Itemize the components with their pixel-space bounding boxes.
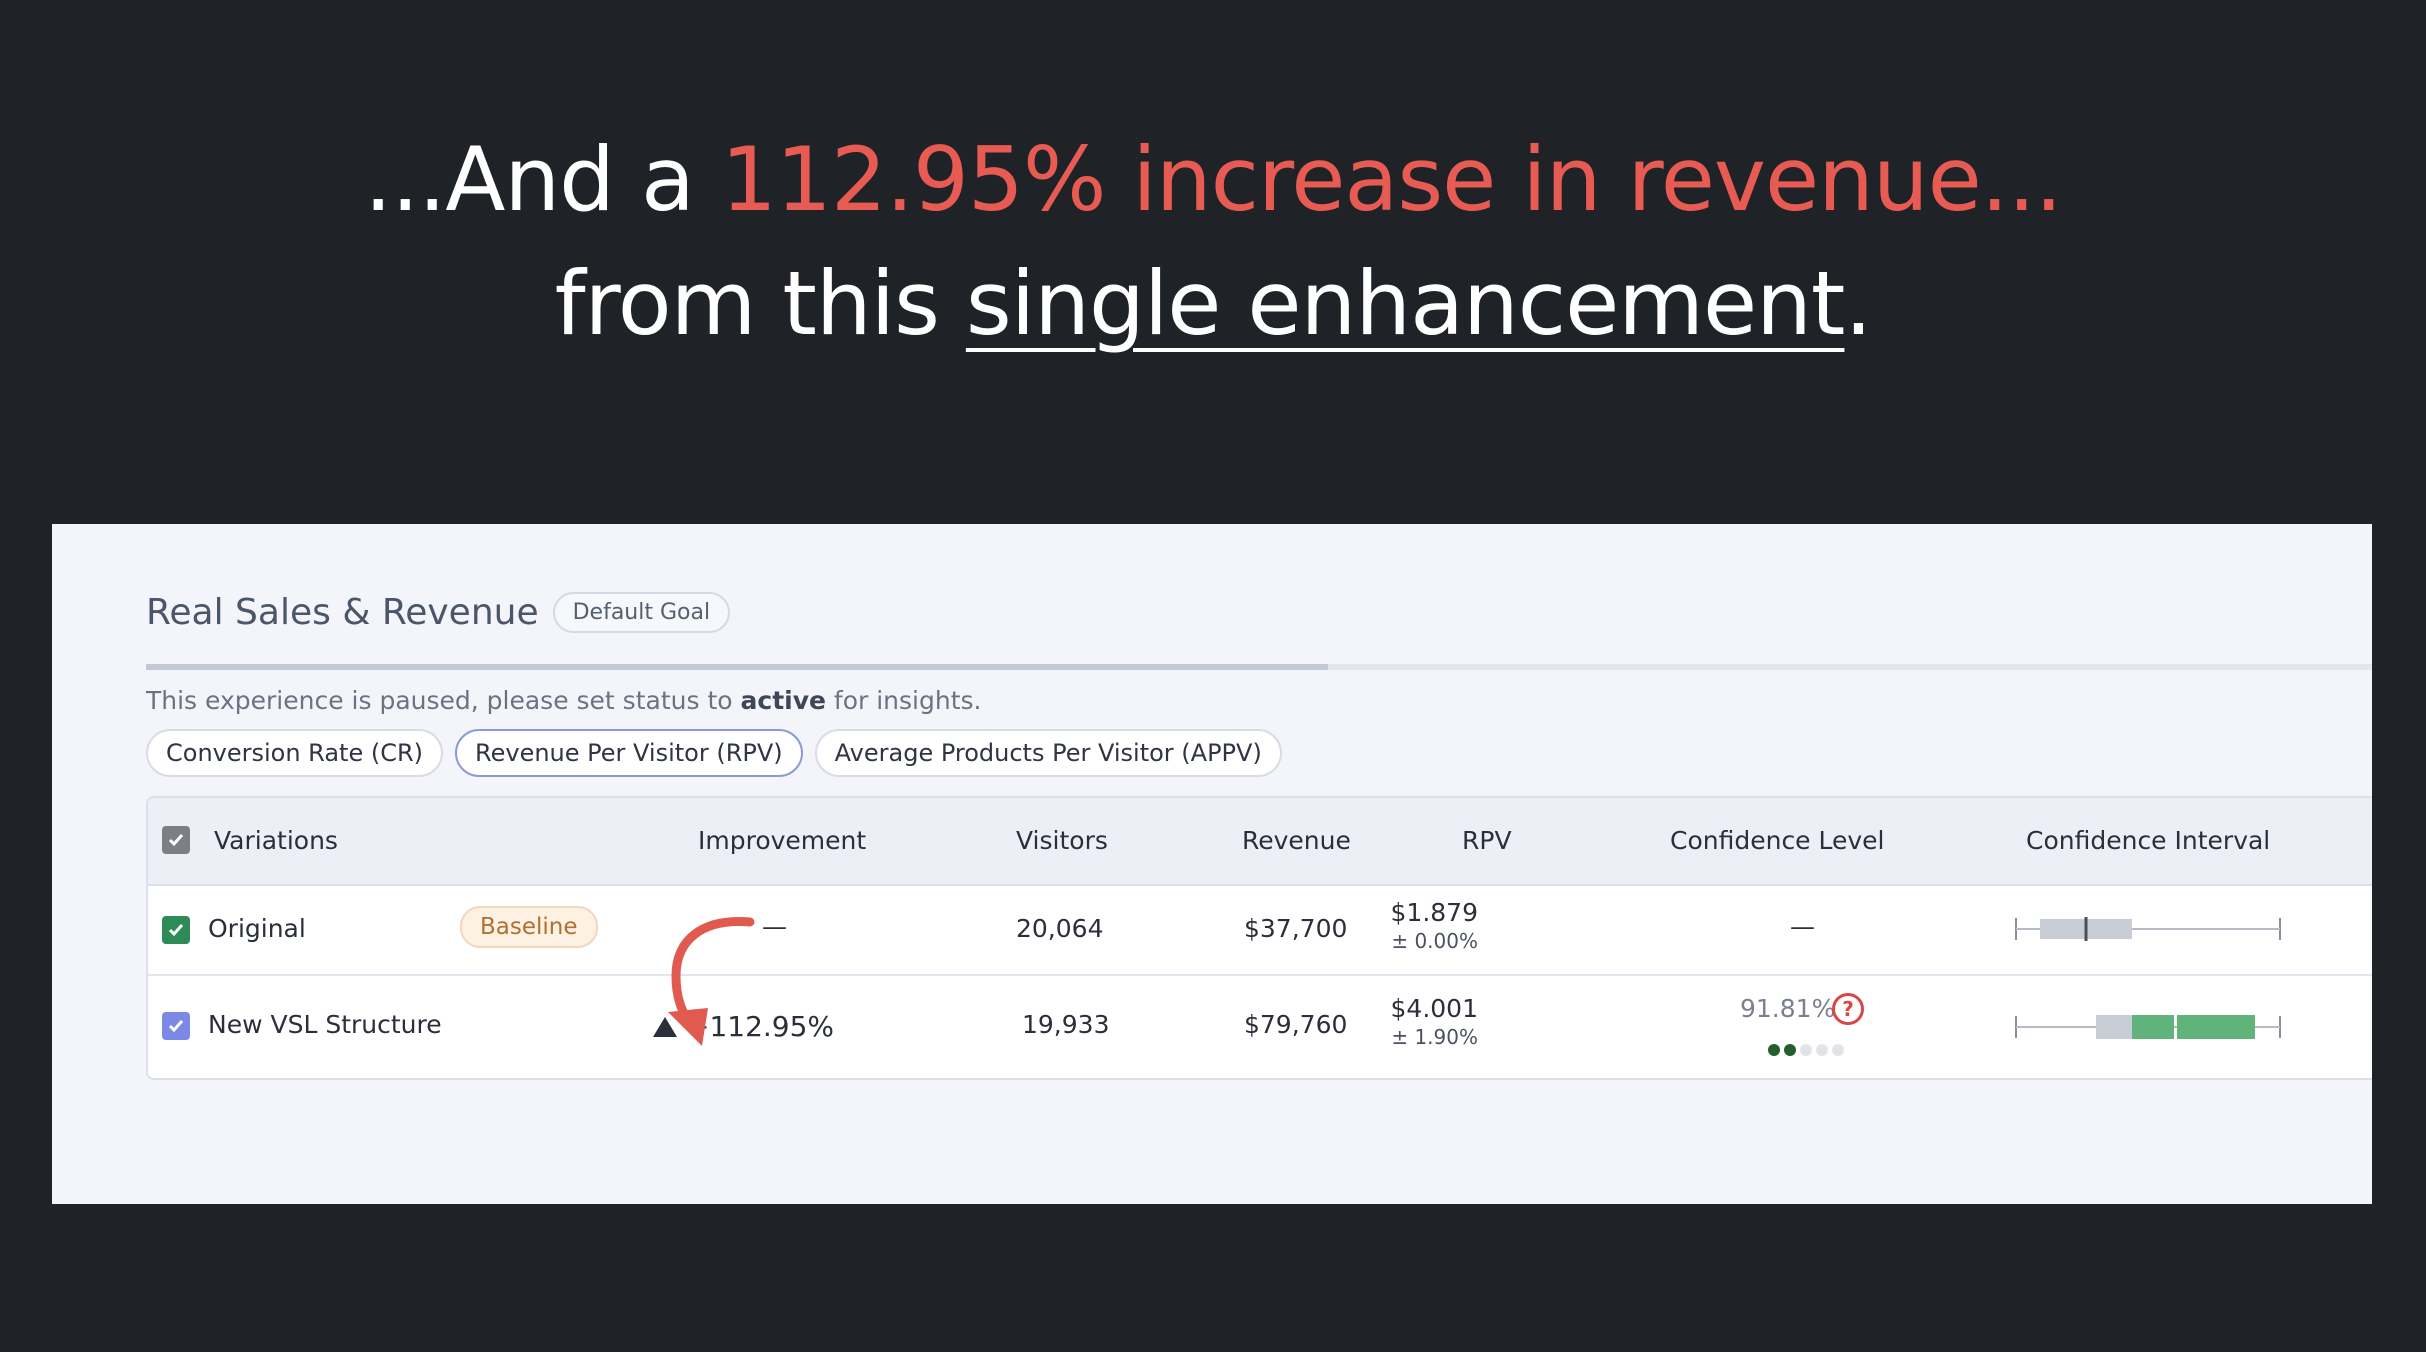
headline-line2-prefix: from this	[554, 252, 966, 355]
confidence-dot	[1816, 1044, 1828, 1056]
check-icon	[168, 1020, 184, 1033]
confidence-dot	[1768, 1044, 1780, 1056]
confidence-dots	[1768, 1044, 1844, 1056]
header-visitors: Visitors	[1016, 826, 1108, 855]
results-table: Variations Improvement Visitors Revenue …	[146, 796, 2372, 1080]
paused-notice: This experience is paused, please set st…	[146, 686, 982, 715]
variation-name: Original	[208, 914, 306, 943]
headline-underlined: single enhancement	[965, 252, 1846, 355]
header-variations: Variations	[214, 826, 338, 855]
row-checkbox-new-vsl[interactable]	[162, 1012, 190, 1040]
variation-name: New VSL Structure	[208, 1010, 442, 1039]
baseline-badge: Baseline	[460, 906, 598, 948]
headline-suffix: .	[1844, 252, 1872, 355]
rpv-value: $1.879	[1390, 898, 1478, 927]
visitors-value: 20,064	[1016, 914, 1104, 943]
confidence-dot	[1800, 1044, 1812, 1056]
default-goal-badge: Default Goal	[552, 592, 731, 633]
improvement-value: —	[762, 912, 787, 941]
rpv-value: $4.001	[1390, 994, 1478, 1023]
check-icon	[168, 924, 184, 937]
question-circle-icon[interactable]: ?	[1832, 993, 1864, 1025]
revenue-value: $37,700	[1244, 914, 1348, 943]
curved-arrow-icon	[668, 917, 755, 1046]
headline-accent: 112.95% increase in revenue...	[720, 128, 2063, 231]
headline-line-2: from this single enhancement.	[0, 242, 2426, 366]
header-revenue: Revenue	[1242, 826, 1351, 855]
rpv-cell: $1.879 ± 0.00%	[1391, 898, 1478, 953]
header-improvement: Improvement	[698, 826, 867, 855]
results-panel: Real Sales & Revenue Default Goal This e…	[52, 524, 2372, 1204]
progress-fill	[146, 664, 1328, 670]
rpv-spread: ± 1.90%	[1391, 1025, 1478, 1049]
confidence-dot	[1832, 1044, 1844, 1056]
row-checkbox-original[interactable]	[162, 916, 190, 944]
tab-revenue-per-visitor[interactable]: Revenue Per Visitor (RPV)	[455, 729, 803, 777]
confidence-interval-original	[2015, 917, 2281, 941]
paused-text: This experience is paused, please set st…	[146, 686, 741, 715]
headline-line-1: ...And a 112.95% increase in revenue...	[0, 118, 2426, 242]
metric-tabs: Conversion Rate (CR) Revenue Per Visitor…	[146, 729, 1282, 777]
rpv-spread: ± 0.00%	[1391, 929, 1478, 953]
paused-text-suffix: for insights.	[825, 686, 982, 715]
confidence-value: —	[1790, 912, 1815, 941]
select-all-checkbox[interactable]	[162, 826, 190, 854]
goal-header: Real Sales & Revenue Default Goal	[146, 592, 731, 633]
rpv-cell: $4.001 ± 1.90%	[1391, 994, 1478, 1049]
table-header: Variations Improvement Visitors Revenue …	[148, 798, 2372, 886]
check-icon	[168, 834, 184, 847]
revenue-value: $79,760	[1244, 1010, 1348, 1039]
confidence-value: 91.81%	[1740, 994, 1836, 1023]
paused-status-word: active	[740, 686, 826, 715]
headline: ...And a 112.95% increase in revenue... …	[0, 118, 2426, 366]
table-row-new-vsl-structure: New VSL Structure +112.95% 19,933 $79,76…	[148, 976, 2372, 1078]
header-rpv: RPV	[1462, 826, 1512, 855]
confidence-dot	[1784, 1044, 1796, 1056]
headline-prefix: ...And a	[364, 128, 721, 231]
header-confidence-level: Confidence Level	[1670, 826, 1885, 855]
progress-track	[146, 664, 2372, 670]
goal-title: Real Sales & Revenue	[146, 592, 539, 633]
table-row-original: Original Baseline — 20,064 $37,700 $1.87…	[148, 886, 2372, 976]
header-confidence-interval: Confidence Interval	[2026, 826, 2271, 855]
tab-conversion-rate[interactable]: Conversion Rate (CR)	[146, 729, 444, 777]
confidence-interval-new-vsl	[2015, 1015, 2281, 1039]
tab-average-products-per-visitor[interactable]: Average Products Per Visitor (APPV)	[814, 729, 1282, 777]
visitors-value: 19,933	[1022, 1010, 1110, 1039]
